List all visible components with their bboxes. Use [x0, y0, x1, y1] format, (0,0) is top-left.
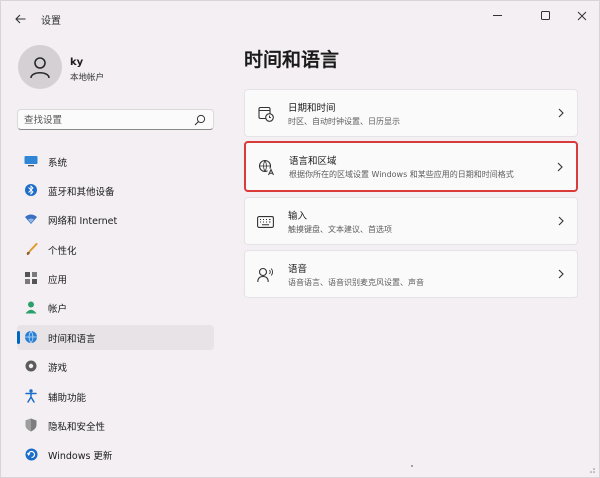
- chevron-right-icon: [556, 268, 566, 280]
- arrow-left-icon: [14, 14, 25, 24]
- search-icon[interactable]: [194, 114, 206, 126]
- maximize-button[interactable]: [527, 1, 565, 31]
- title-bar: 设置: [1, 1, 599, 35]
- monitor-icon: [24, 154, 38, 168]
- card-description: 根据你所在的区域设置 Windows 和某些应用的日期和时间格式: [289, 170, 514, 179]
- card-typing[interactable]: 输入 触摸键盘、文本建议、首选项: [244, 197, 578, 245]
- sidebar-item-accessibility[interactable]: 辅助功能: [17, 384, 214, 409]
- resize-grip-icon[interactable]: [586, 464, 596, 474]
- sidebar-item-bluetooth[interactable]: 蓝牙和其他设备: [17, 178, 214, 203]
- card-description: 语音语言、语音识别麦克风设置、声音: [288, 278, 424, 287]
- sidebar-item-label: 时间和语言: [48, 334, 96, 345]
- minimize-icon: [493, 15, 502, 16]
- accessibility-icon: [24, 389, 38, 403]
- sidebar-item-label: Windows 更新: [48, 451, 113, 462]
- sidebar-item-system[interactable]: 系统: [17, 149, 214, 174]
- account-name: ky: [70, 57, 84, 68]
- selection-indicator: [17, 331, 20, 344]
- avatar[interactable]: [18, 45, 62, 89]
- language-icon: [258, 159, 275, 176]
- shield-icon: [24, 418, 38, 432]
- bluetooth-icon: [24, 183, 38, 197]
- maximize-icon: [541, 11, 550, 20]
- sidebar-item-label: 辅助功能: [48, 393, 87, 404]
- calendar-clock-icon: [257, 105, 274, 122]
- sidebar-item-label: 蓝牙和其他设备: [48, 187, 115, 198]
- account-type: 本地帐户: [70, 73, 105, 83]
- update-icon: [24, 447, 38, 461]
- close-icon: [577, 11, 587, 21]
- card-speech[interactable]: 语音 语音语言、语音识别麦克风设置、声音: [244, 250, 578, 298]
- sidebar-item-label: 系统: [48, 158, 68, 169]
- sidebar-item-apps[interactable]: 应用: [17, 266, 214, 291]
- window-title: 设置: [41, 16, 61, 27]
- card-title: 日期和时间: [288, 103, 336, 114]
- keyboard-icon: [257, 213, 274, 230]
- sidebar-item-label: 帐户: [48, 304, 68, 315]
- chevron-right-icon: [556, 107, 566, 119]
- sidebar-item-privacy[interactable]: 隐私和安全性: [17, 413, 214, 438]
- card-title: 输入: [288, 211, 308, 222]
- search-box[interactable]: [17, 109, 214, 130]
- sidebar-item-accounts[interactable]: 帐户: [17, 295, 214, 320]
- sidebar-item-label: 网络和 Internet: [48, 216, 118, 227]
- sidebar-item-label: 隐私和安全性: [48, 422, 106, 433]
- back-button[interactable]: [11, 10, 29, 28]
- sidebar-item-label: 游戏: [48, 363, 68, 374]
- apps-icon: [24, 271, 38, 285]
- globe-clock-icon: [24, 330, 38, 344]
- chevron-right-icon: [555, 161, 565, 173]
- card-description: 触摸键盘、文本建议、首选项: [288, 225, 392, 234]
- minimize-button[interactable]: [479, 1, 517, 31]
- page-title: 时间和语言: [244, 49, 340, 71]
- card-language-region[interactable]: 语言和区域 根据你所在的区域设置 Windows 和某些应用的日期和时间格式: [244, 141, 578, 192]
- sidebar-item-label: 个性化: [48, 246, 77, 257]
- sidebar-item-network[interactable]: 网络和 Internet: [17, 207, 214, 232]
- chevron-right-icon: [556, 215, 566, 227]
- settings-window: 设置 ky 本地帐户 系统: [0, 0, 600, 478]
- sidebar-item-time-language[interactable]: 时间和语言: [17, 325, 214, 350]
- sidebar-item-label: 应用: [48, 275, 68, 286]
- wifi-icon: [24, 212, 38, 226]
- sidebar-item-personalization[interactable]: 个性化: [17, 237, 214, 262]
- account-icon: [24, 300, 38, 314]
- scroll-hint-dots: [411, 465, 413, 467]
- brush-icon: [24, 242, 38, 256]
- sidebar-item-windows-update[interactable]: Windows 更新: [17, 442, 214, 467]
- search-input[interactable]: [24, 112, 184, 128]
- close-button[interactable]: [563, 1, 600, 31]
- card-description: 时区、自动时钟设置、日历显示: [288, 117, 400, 126]
- card-title: 语音: [288, 264, 308, 275]
- game-icon: [24, 359, 38, 373]
- person-icon: [30, 57, 50, 79]
- card-date-time[interactable]: 日期和时间 时区、自动时钟设置、日历显示: [244, 89, 578, 137]
- card-title: 语言和区域: [289, 156, 337, 167]
- speech-icon: [257, 266, 274, 283]
- sidebar-item-gaming[interactable]: 游戏: [17, 354, 214, 379]
